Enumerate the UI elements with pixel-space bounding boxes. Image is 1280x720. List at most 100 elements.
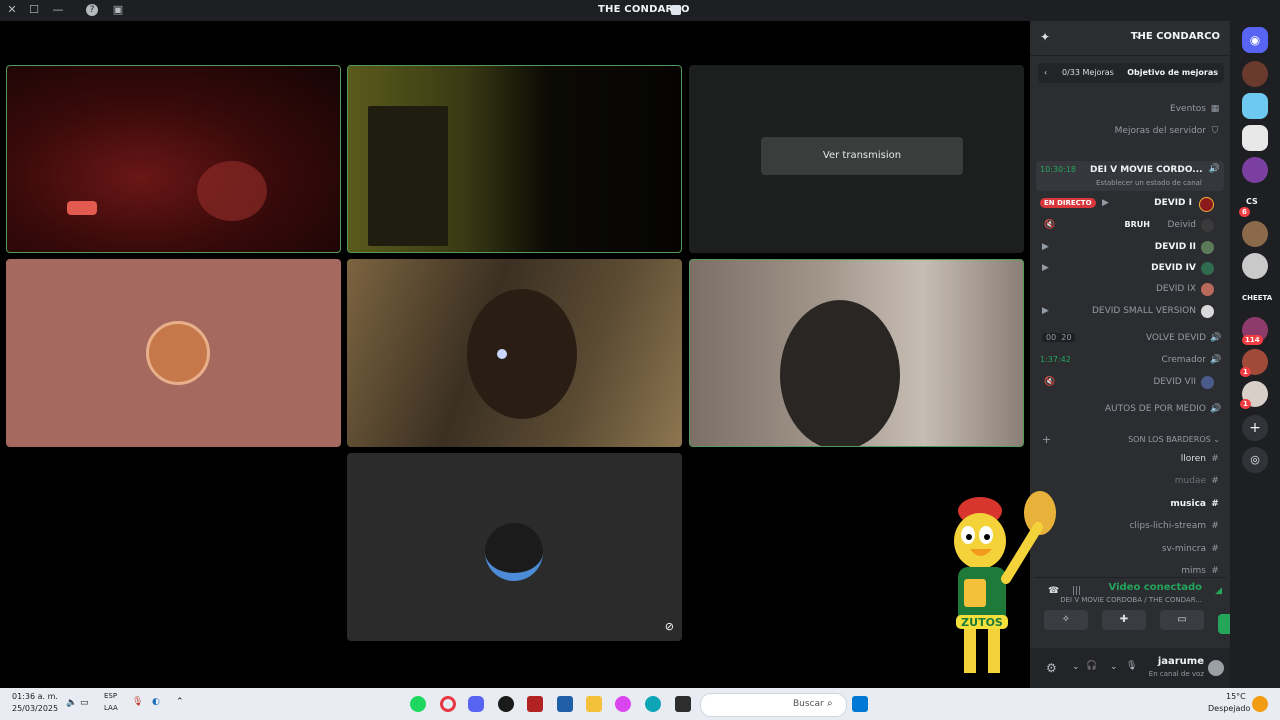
voice-user-devid-small[interactable]: DEVID SMALL VERSION: [1092, 306, 1196, 316]
server-boosts-item[interactable]: Mejoras del servidor ⛉: [1115, 126, 1220, 136]
boost-goal-label: Objetivo de mejoras: [1127, 68, 1218, 77]
avatar: [1201, 376, 1214, 389]
server-icon[interactable]: [1242, 61, 1268, 87]
connection-status: Video conectado: [1108, 582, 1202, 593]
share-screen-button[interactable]: ▭: [1160, 610, 1204, 630]
discover-icon[interactable]: ◎: [1242, 447, 1268, 473]
boost-count: 0/33 Mejoras: [1062, 68, 1114, 77]
view-stream-button[interactable]: Ver transmision: [761, 137, 963, 175]
store-icon[interactable]: [557, 696, 573, 712]
mute-icon: 🔇: [1044, 220, 1056, 230]
cloud-icon[interactable]: ◐: [152, 697, 160, 707]
minimize-icon[interactable]: —: [50, 3, 66, 17]
server-icon[interactable]: [1242, 253, 1268, 279]
video-tile-1[interactable]: [6, 65, 341, 253]
voice-user-devid-i[interactable]: DEVID I: [1154, 198, 1192, 208]
copilot-icon[interactable]: [615, 696, 631, 712]
boost-icon[interactable]: ✦: [1040, 30, 1050, 44]
text-channel-lloren[interactable]: lloren #: [1181, 454, 1220, 464]
app-icon: [671, 5, 681, 15]
voice-user-devid-ix[interactable]: DEVID IX: [1156, 284, 1196, 294]
hash-icon: #: [1211, 521, 1219, 531]
hash-icon: #: [1211, 499, 1219, 509]
weather-desc[interactable]: Despejado: [1208, 704, 1250, 713]
text-channel-mims[interactable]: mims #: [1181, 566, 1220, 576]
text-channel-sv-mincra[interactable]: sv-mincra #: [1162, 544, 1220, 554]
camera-icon: ▶: [1042, 242, 1049, 252]
add-server-icon[interactable]: +: [1242, 415, 1268, 441]
text-channel-musica[interactable]: musica #: [1170, 499, 1220, 509]
server-header[interactable]: ✦ ⌄ THE CONDARCO: [1030, 21, 1230, 56]
discord-icon[interactable]: [468, 696, 484, 712]
clock-time[interactable]: 01:36 a. m.: [12, 692, 58, 701]
text-channel-mudae[interactable]: mudae #: [1175, 476, 1220, 486]
add-channel-icon[interactable]: +: [1042, 433, 1051, 446]
avatar: [1201, 305, 1214, 318]
clock-date[interactable]: 25/03/2025: [12, 704, 58, 713]
voice-user-devid-iv[interactable]: DEVID IV: [1151, 263, 1196, 273]
events-item[interactable]: Eventos ▦: [1170, 104, 1220, 114]
video-tile-avatar-whale[interactable]: ⊘: [347, 453, 682, 641]
headphones-icon[interactable]: 🎧: [1086, 661, 1097, 671]
chevron-left-icon: ‹: [1044, 68, 1048, 77]
stream-tile[interactable]: Ver transmision: [689, 65, 1024, 253]
lang-b[interactable]: LAA: [104, 704, 118, 712]
voice-channel-active[interactable]: DEI V MOVIE CORDO... 10:30:18 Establecer…: [1036, 161, 1224, 191]
speaker-icon: 🔊: [1210, 333, 1222, 343]
video-tile-3[interactable]: [347, 259, 682, 447]
app-icon[interactable]: [527, 696, 543, 712]
voice-channel-volve-devid[interactable]: VOLVE DEVID 🔊: [1146, 333, 1222, 343]
microphone-icon[interactable]: 🎙: [132, 697, 143, 707]
camera-icon: ▶: [1102, 198, 1109, 208]
weather-temp[interactable]: 15°C: [1226, 692, 1246, 701]
red-light: [67, 201, 97, 215]
boost-goal-bar[interactable]: ‹ 0/33 Mejoras Objetivo de mejoras: [1038, 63, 1224, 83]
avatar[interactable]: [1208, 660, 1224, 676]
task-view-icon[interactable]: [675, 696, 691, 712]
spotify-icon[interactable]: [410, 696, 426, 712]
close-icon[interactable]: ✕: [4, 3, 20, 17]
signal-icon[interactable]: ◢: [1215, 586, 1222, 596]
connection-detail[interactable]: DEI V MOVIE CORDOBA / THE CONDAR...: [1060, 596, 1202, 604]
discord-home-icon[interactable]: ◉: [1242, 27, 1268, 53]
video-tile-4[interactable]: [689, 259, 1024, 447]
server-icon[interactable]: [1242, 157, 1268, 183]
server-icon[interactable]: [1242, 125, 1268, 151]
camera-off-icon: ⊘: [664, 620, 674, 633]
video-tile-avatar-dog[interactable]: [6, 259, 341, 447]
voice-user-deivid[interactable]: Deivid: [1167, 220, 1196, 230]
soundboard-button[interactable]: ✚: [1102, 610, 1146, 630]
inbox-icon[interactable]: ▣: [110, 3, 126, 17]
category-header[interactable]: SON LOS BARDEROS ⌄: [1128, 435, 1220, 444]
username[interactable]: jaarume: [1158, 656, 1204, 667]
video-person: [467, 289, 577, 419]
speaker-icon[interactable]: 🔈: [66, 698, 77, 708]
chevron-down-icon[interactable]: ⌄: [1110, 662, 1118, 672]
weather-icon[interactable]: [1252, 696, 1268, 712]
chevron-up-icon[interactable]: ⌃: [176, 697, 184, 707]
server-icon[interactable]: [1242, 93, 1268, 119]
lang-a[interactable]: ESP: [104, 692, 117, 700]
chevron-down-icon[interactable]: ⌄: [1072, 662, 1080, 672]
server-icon[interactable]: [1242, 221, 1268, 247]
voice-channel-cremador[interactable]: Cremador 🔊: [1161, 355, 1221, 365]
help-icon[interactable]: ?: [86, 4, 98, 16]
voice-channel-autos[interactable]: AUTOS DE POR MEDIO 🔊: [1105, 404, 1221, 414]
search-input[interactable]: Buscar ⌕: [700, 693, 847, 717]
whale-avatar: [485, 523, 543, 581]
voice-user-devid-ii[interactable]: DEVID II: [1155, 242, 1196, 252]
opera-icon[interactable]: [440, 696, 456, 712]
edge-icon[interactable]: [645, 696, 661, 712]
obs-icon[interactable]: [498, 696, 514, 712]
windows-start-icon[interactable]: [852, 696, 868, 712]
hash-icon: #: [1211, 566, 1219, 576]
maximize-icon[interactable]: ☐: [26, 3, 42, 17]
voice-user-devid-vii[interactable]: DEVID VII: [1153, 377, 1196, 387]
network-icon[interactable]: ▭: [80, 698, 89, 708]
microphone-icon[interactable]: 🎙: [1126, 661, 1137, 671]
video-tile-2[interactable]: [347, 65, 682, 253]
avatar: [1199, 197, 1214, 212]
folder-icon[interactable]: [586, 696, 602, 712]
noise-suppression-icon[interactable]: |||: [1072, 586, 1081, 596]
text-channel-clips[interactable]: clips-lichi-stream #: [1129, 521, 1220, 531]
